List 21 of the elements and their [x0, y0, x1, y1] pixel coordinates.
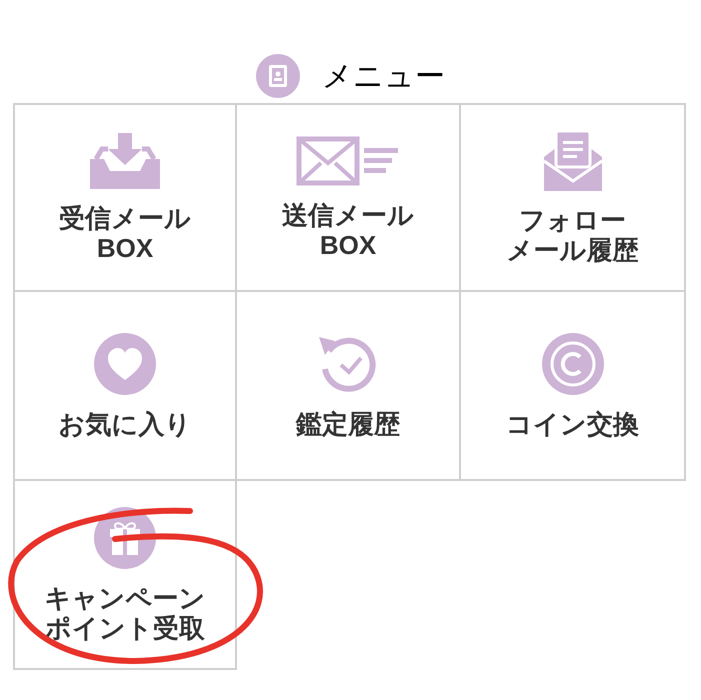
menu-tile[interactable]: フォロー メール履歴	[461, 103, 686, 292]
copyright-circle-icon	[542, 332, 604, 394]
menu-label: 受信メール BOX	[59, 202, 191, 262]
menu-tile[interactable]: 受信メール BOX	[13, 103, 237, 292]
menu-label: キャンペーン ポイント受取	[44, 582, 206, 642]
menu-label: 送信メール BOX	[282, 200, 414, 260]
menu-label: フォロー メール履歴	[506, 204, 638, 264]
menu-tile[interactable]: キャンペーン ポイント受取	[13, 481, 237, 670]
menu-tile[interactable]: 鑑定履歴	[237, 292, 461, 481]
menu-label: 鑑定履歴	[296, 408, 400, 438]
menu-tile[interactable]: コイン交換	[461, 292, 686, 481]
menu-title: メニュー	[322, 58, 445, 96]
menu-tile[interactable]: お気に入り	[13, 292, 237, 481]
tray-download-icon	[90, 132, 160, 188]
open-envelope-icon	[544, 130, 602, 190]
menu-tile[interactable]: 送信メール BOX	[237, 103, 461, 292]
gift-icon	[94, 506, 156, 568]
address-book-icon	[256, 54, 300, 98]
menu-label: お気に入り	[58, 408, 192, 438]
menu-label: コイン交換	[506, 408, 639, 438]
envelope-icon	[296, 136, 400, 186]
